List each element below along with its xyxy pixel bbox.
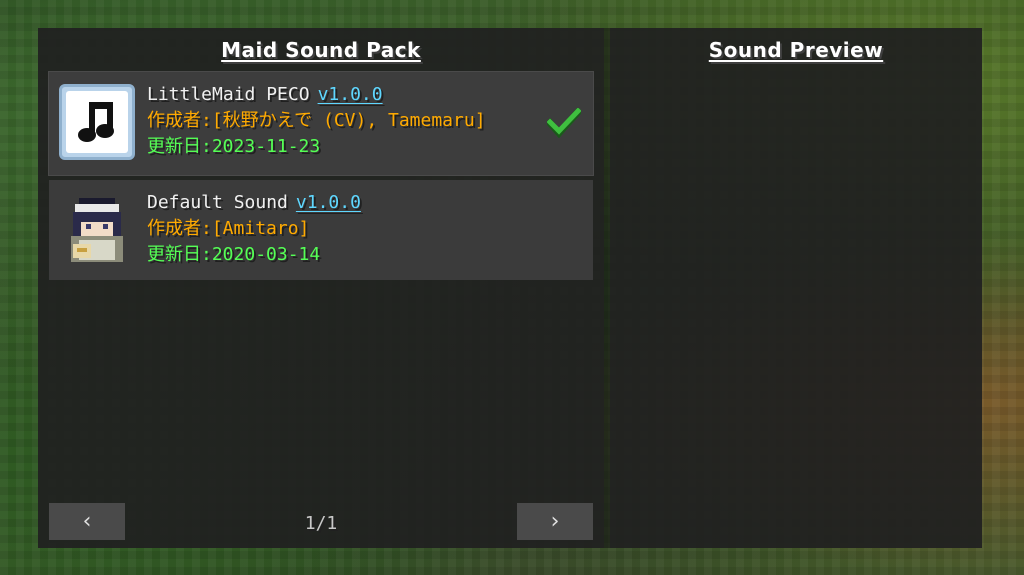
- music-note-icon: [59, 84, 135, 160]
- pack-date: 2023-11-23: [211, 136, 321, 157]
- next-page-button[interactable]: ›: [517, 503, 593, 540]
- pack-card-default-sound[interactable]: Default Sound v1.0.0 作成者:[Amitaro] 更新日:20…: [49, 180, 593, 280]
- pack-info: LittleMaid PECO v1.0.0 作成者:[秋野かえで (CV), T…: [147, 82, 486, 160]
- panel-title: Maid Sound Pack: [221, 38, 421, 62]
- pack-author-line: 作成者:[Amitaro]: [147, 216, 361, 242]
- pack-date-line: 更新日:2020-03-14: [147, 242, 361, 268]
- author-label: 作成者:: [147, 110, 212, 131]
- pack-author: [秋野かえで (CV), Tamemaru]: [211, 110, 486, 131]
- pack-author: [Amitaro]: [211, 218, 310, 239]
- author-label: 作成者:: [147, 218, 212, 239]
- pack-title-line: LittleMaid PECO v1.0.0: [147, 82, 486, 108]
- sound-preview-panel: Sound Preview: [610, 28, 982, 548]
- date-label: 更新日:: [147, 244, 212, 265]
- pack-title-line: Default Sound v1.0.0: [147, 190, 361, 216]
- maid-avatar-icon: [59, 192, 135, 268]
- pack-name: LittleMaid PECO: [147, 84, 310, 105]
- pack-name: Default Sound: [147, 192, 288, 213]
- date-label: 更新日:: [147, 136, 212, 157]
- pack-author-line: 作成者:[秋野かえで (CV), Tamemaru]: [147, 108, 486, 134]
- pack-card-littlemaid-peco[interactable]: LittleMaid PECO v1.0.0 作成者:[秋野かえで (CV), T…: [48, 71, 594, 176]
- checkmark-icon: [547, 108, 581, 138]
- pack-version-link[interactable]: v1.0.0: [318, 84, 383, 105]
- panel-title: Sound Preview: [708, 38, 884, 62]
- pack-info: Default Sound v1.0.0 作成者:[Amitaro] 更新日:20…: [147, 190, 361, 268]
- pack-version-link[interactable]: v1.0.0: [296, 192, 361, 213]
- sound-pack-list-panel: Maid Sound Pack LittleMaid PECO v1.0.0 作成…: [38, 28, 604, 548]
- pack-date: 2020-03-14: [211, 244, 321, 265]
- pack-date-line: 更新日:2023-11-23: [147, 134, 486, 160]
